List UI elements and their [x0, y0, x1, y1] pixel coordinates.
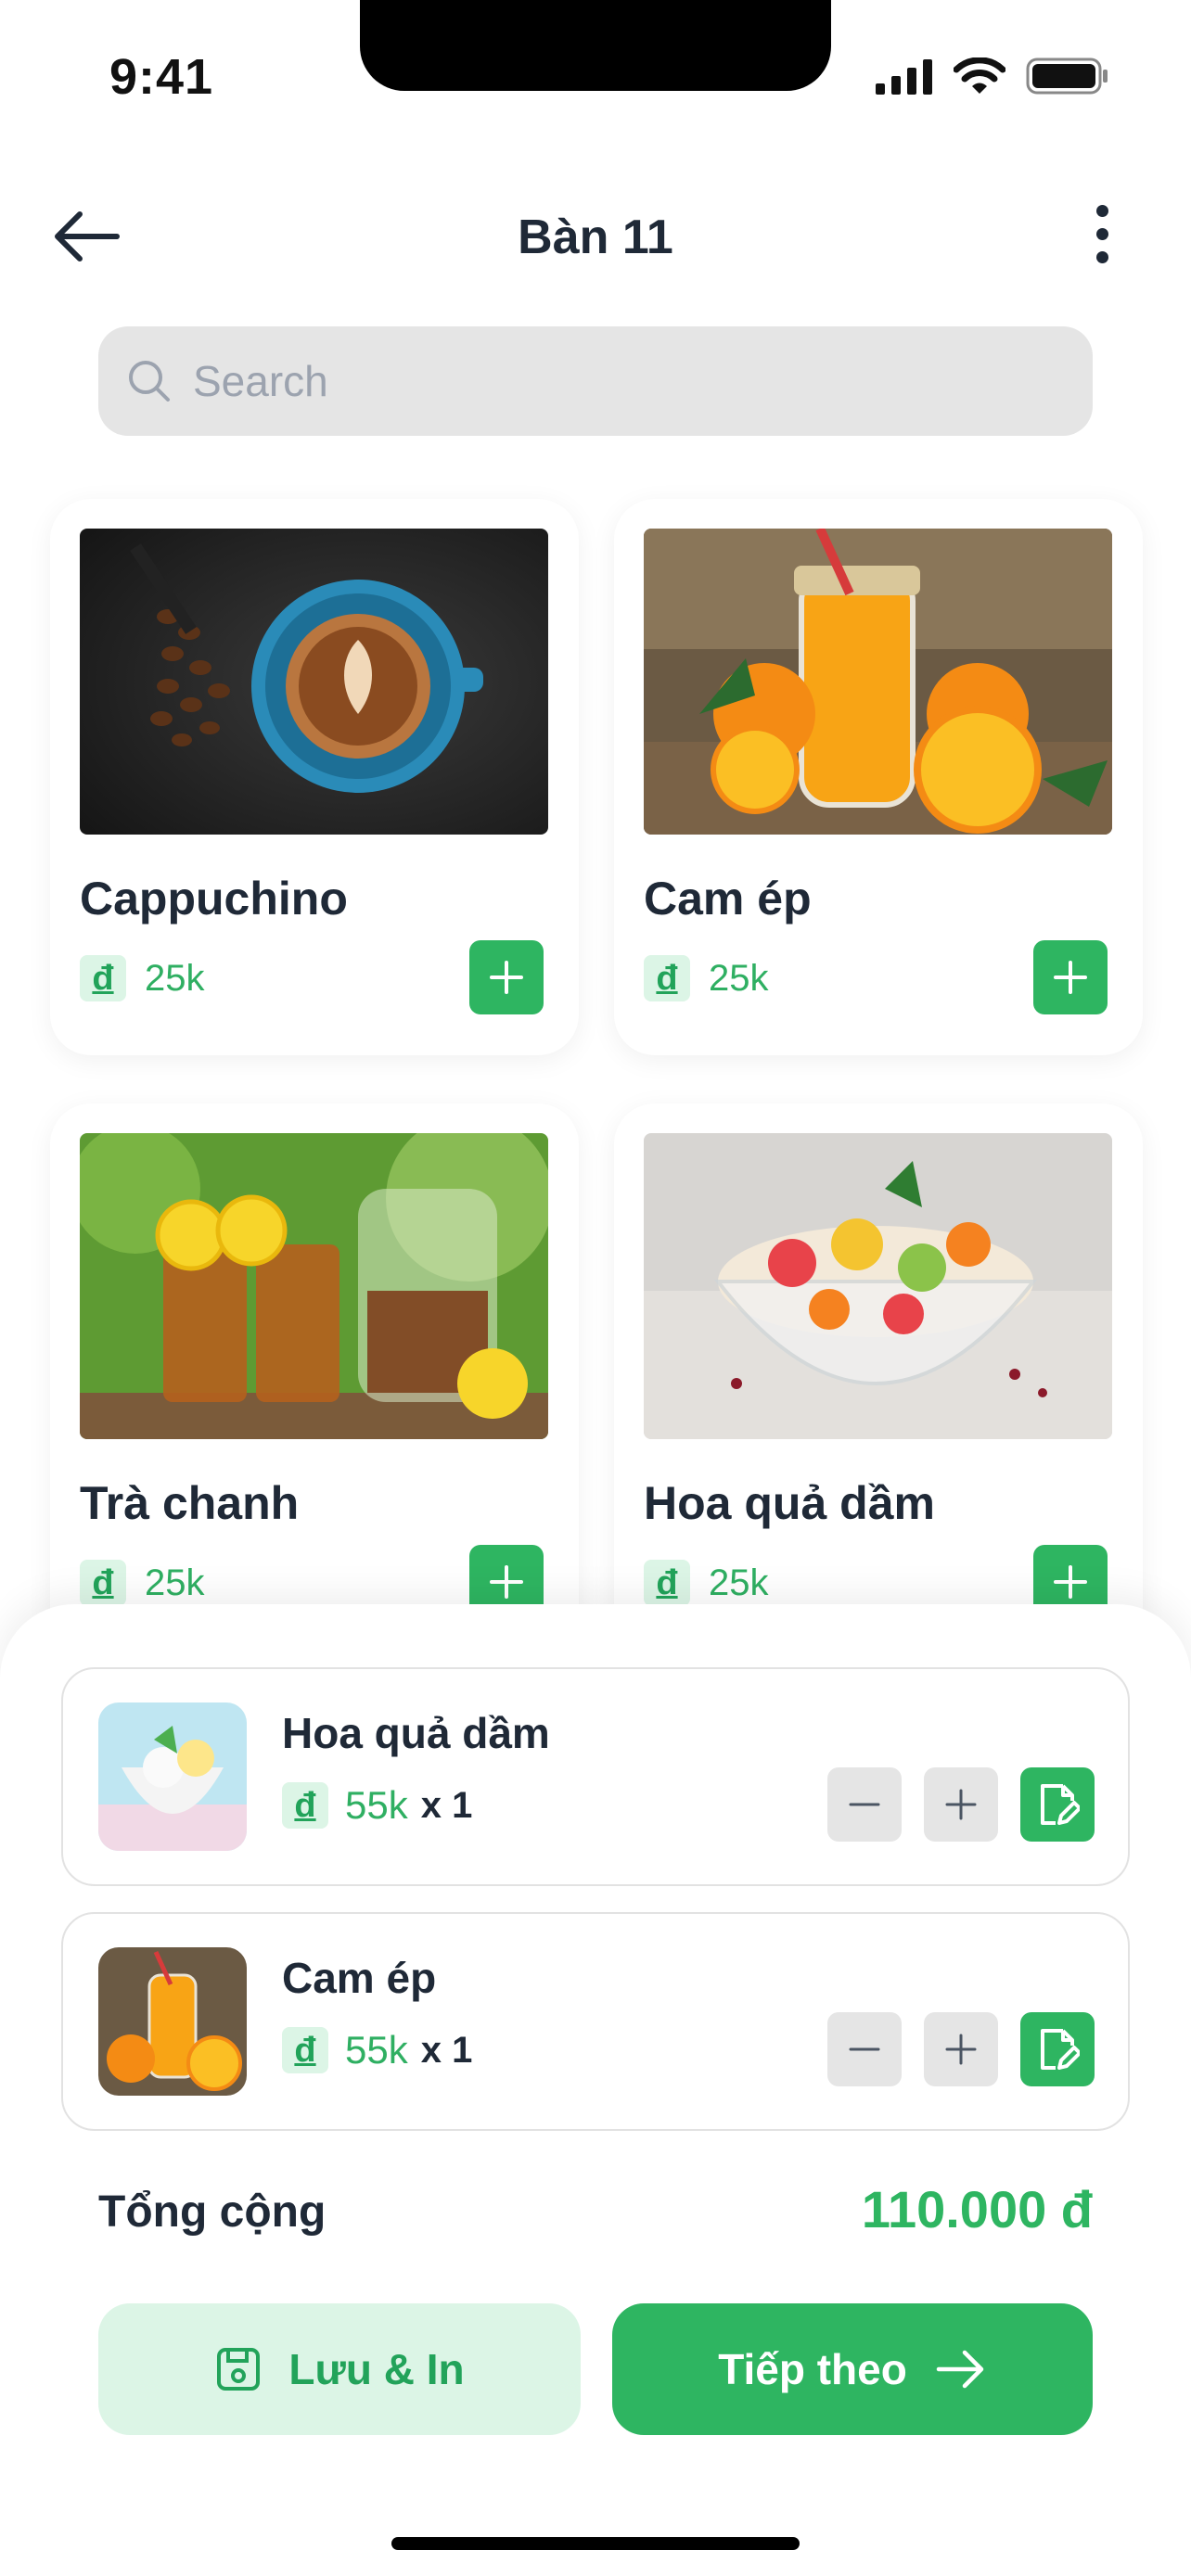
- dong-icon: đ: [80, 1560, 126, 1606]
- dong-icon: đ: [80, 955, 126, 1001]
- add-to-cart-button[interactable]: [469, 940, 544, 1014]
- decrease-quantity-button[interactable]: [827, 2012, 902, 2086]
- status-time: 9:41: [109, 49, 214, 105]
- cart-item-image: [98, 1702, 247, 1851]
- product-name: Cam ép: [644, 873, 812, 925]
- product-image-cappuchino: [80, 529, 548, 835]
- minus-icon: [849, 1803, 880, 1806]
- edit-document-icon: [1041, 2029, 1080, 2070]
- minus-icon: [849, 2047, 880, 2051]
- status-bar: 9:41: [0, 0, 1191, 139]
- product-price-row: đ 25k: [644, 955, 769, 1001]
- product-price-row: đ 25k: [80, 1560, 205, 1606]
- total-row: Tổng cộng 110.000 đ: [98, 2179, 1093, 2244]
- product-price: 25k: [709, 957, 769, 999]
- plus-icon: [490, 961, 523, 994]
- product-card[interactable]: Trà chanh đ 25k: [50, 1103, 579, 1660]
- edit-document-icon: [1041, 1784, 1080, 1825]
- product-name: Trà chanh: [80, 1477, 300, 1529]
- save-button-label: Lưu & In: [288, 2345, 465, 2393]
- product-image-cam-ep: [644, 529, 1112, 835]
- add-to-cart-button[interactable]: [1033, 940, 1108, 1014]
- cart-item-quantity: x 1: [420, 1784, 473, 1826]
- dong-icon: đ: [282, 1782, 328, 1829]
- dong-icon: đ: [644, 955, 690, 1001]
- cart-item-name: Hoa quả dầm: [282, 1709, 550, 1757]
- dong-icon: đ: [644, 1560, 690, 1606]
- cart-item-price-row: đ 55k x 1: [282, 1782, 472, 1829]
- signal-icon: [876, 59, 932, 95]
- cart-item[interactable]: Cam ép đ 55k x 1: [61, 1912, 1130, 2131]
- increase-quantity-button[interactable]: [924, 1767, 998, 1842]
- search-bar[interactable]: [98, 326, 1093, 436]
- next-button-label: Tiếp theo: [718, 2345, 907, 2393]
- cart-item-name: Cam ép: [282, 1954, 437, 2002]
- plus-icon: [1054, 1565, 1087, 1599]
- product-card[interactable]: Hoa quả dầm đ 25k: [614, 1103, 1143, 1660]
- nav-header: Bàn 11: [0, 176, 1191, 287]
- next-button[interactable]: Tiếp theo: [612, 2303, 1093, 2435]
- dong-icon: đ: [282, 2027, 328, 2073]
- cart-item-image: [98, 1947, 247, 2096]
- total-value: 110.000 đ: [861, 2180, 1093, 2238]
- decrease-quantity-button[interactable]: [827, 1767, 902, 1842]
- product-price: 25k: [145, 957, 205, 999]
- product-image-hoa-qua-dam: [644, 1133, 1112, 1439]
- edit-note-button[interactable]: [1020, 2012, 1095, 2086]
- cart-item-quantity: x 1: [420, 2029, 473, 2071]
- product-price-row: đ 25k: [80, 955, 205, 1001]
- product-price-row: đ 25k: [644, 1560, 769, 1606]
- plus-icon: [490, 1565, 523, 1599]
- save-and-print-button[interactable]: Lưu & In: [98, 2303, 581, 2435]
- product-price: 25k: [145, 1562, 205, 1603]
- product-card[interactable]: Cappuchino đ 25k: [50, 499, 579, 1055]
- cart-item-price: 55k: [345, 2028, 408, 2072]
- home-indicator: [391, 2537, 800, 2550]
- save-icon: [217, 2348, 261, 2391]
- increase-quantity-button[interactable]: [924, 2012, 998, 2086]
- more-vertical-icon: [1095, 204, 1108, 217]
- product-image-tra-chanh: [80, 1133, 548, 1439]
- product-name: Cappuchino: [80, 873, 348, 925]
- total-label: Tổng cộng: [98, 2187, 327, 2237]
- plus-icon: [945, 2034, 977, 2065]
- search-input[interactable]: [193, 356, 1028, 406]
- battery-icon: [1026, 57, 1108, 95]
- page-title: Bàn 11: [518, 210, 673, 264]
- status-icons: [876, 57, 1109, 95]
- product-price: 25k: [709, 1562, 769, 1603]
- product-card[interactable]: Cam ép đ 25k: [614, 499, 1143, 1055]
- cart-item[interactable]: Hoa quả dầm đ 55k x 1: [61, 1667, 1130, 1886]
- cart-item-price-row: đ 55k x 1: [282, 2027, 472, 2073]
- product-name: Hoa quả dầm: [644, 1477, 935, 1529]
- arrow-right-icon: [936, 2350, 984, 2389]
- search-icon: [129, 361, 170, 402]
- more-options-button[interactable]: [1083, 197, 1121, 271]
- device-notch: [360, 0, 831, 91]
- edit-note-button[interactable]: [1020, 1767, 1095, 1842]
- cart-item-price: 55k: [345, 1783, 408, 1827]
- wifi-icon: [954, 57, 1005, 94]
- plus-icon: [945, 1789, 977, 1820]
- plus-icon: [1054, 961, 1087, 994]
